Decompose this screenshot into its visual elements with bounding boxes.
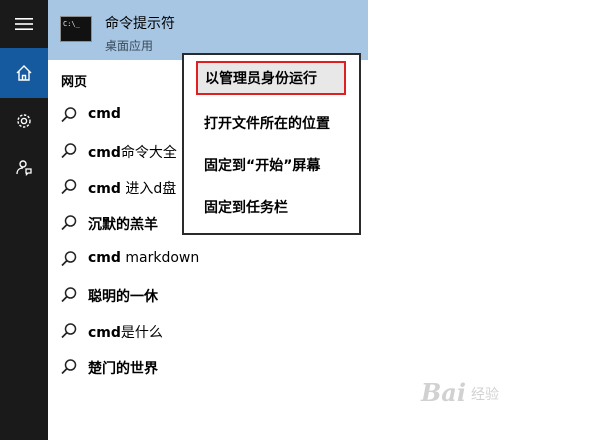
best-match-result[interactable]: C:\_ 命令提示符 桌面应用 (48, 0, 368, 60)
search-icon (61, 215, 77, 231)
start-rail (0, 0, 48, 440)
open-file-location-menu-item[interactable]: 打开文件所在的位置 (184, 103, 359, 143)
run-as-admin-menu-item[interactable]: 以管理员身份运行 (196, 61, 346, 95)
feedback-button[interactable] (0, 144, 48, 190)
suggestion-text: cmd 进入d盘 (88, 181, 177, 197)
command-prompt-icon: C:\_ (60, 16, 92, 42)
suggestion-text: cmd markdown (88, 250, 200, 266)
gear-icon (17, 114, 31, 128)
settings-button[interactable] (0, 98, 48, 144)
search-icon (61, 143, 77, 159)
search-icon (61, 179, 77, 195)
suggestion-text: cmd是什么 (88, 325, 163, 341)
menu-button[interactable] (0, 0, 48, 48)
search-icon (61, 359, 77, 375)
home-icon (16, 65, 32, 81)
suggestion-item[interactable]: cmd markdown (48, 241, 597, 277)
watermark-subtext: 经验 (471, 387, 499, 403)
suggestion-text: 楚门的世界 (88, 361, 158, 377)
feedback-icon (16, 160, 32, 176)
section-label-web: 网页 (61, 75, 88, 90)
watermark-text: Bai (421, 378, 466, 407)
suggestion-text: cmd (88, 106, 121, 122)
hamburger-icon (15, 18, 33, 30)
best-match-subtitle: 桌面应用 (105, 39, 154, 53)
suggestion-item[interactable]: cmd是什么 (48, 313, 597, 349)
pin-to-start-menu-item[interactable]: 固定到“开始”屏幕 (184, 145, 359, 185)
search-icon (61, 287, 77, 303)
suggestion-text: 沉默的羔羊 (88, 217, 158, 233)
context-menu: 以管理员身份运行 打开文件所在的位置 固定到“开始”屏幕 固定到任务栏 (182, 53, 361, 235)
suggestion-text: 聪明的一休 (88, 289, 158, 305)
search-icon (61, 107, 77, 123)
pin-to-taskbar-menu-item[interactable]: 固定到任务栏 (184, 187, 359, 227)
search-icon (61, 323, 77, 339)
best-match-title: 命令提示符 (105, 16, 175, 32)
suggestion-item[interactable]: 聪明的一休 (48, 277, 597, 313)
baidu-watermark: Bai 经验 (415, 370, 565, 420)
suggestion-text: cmd命令大全 (88, 145, 177, 161)
search-icon (61, 251, 77, 267)
home-button[interactable] (0, 48, 48, 98)
